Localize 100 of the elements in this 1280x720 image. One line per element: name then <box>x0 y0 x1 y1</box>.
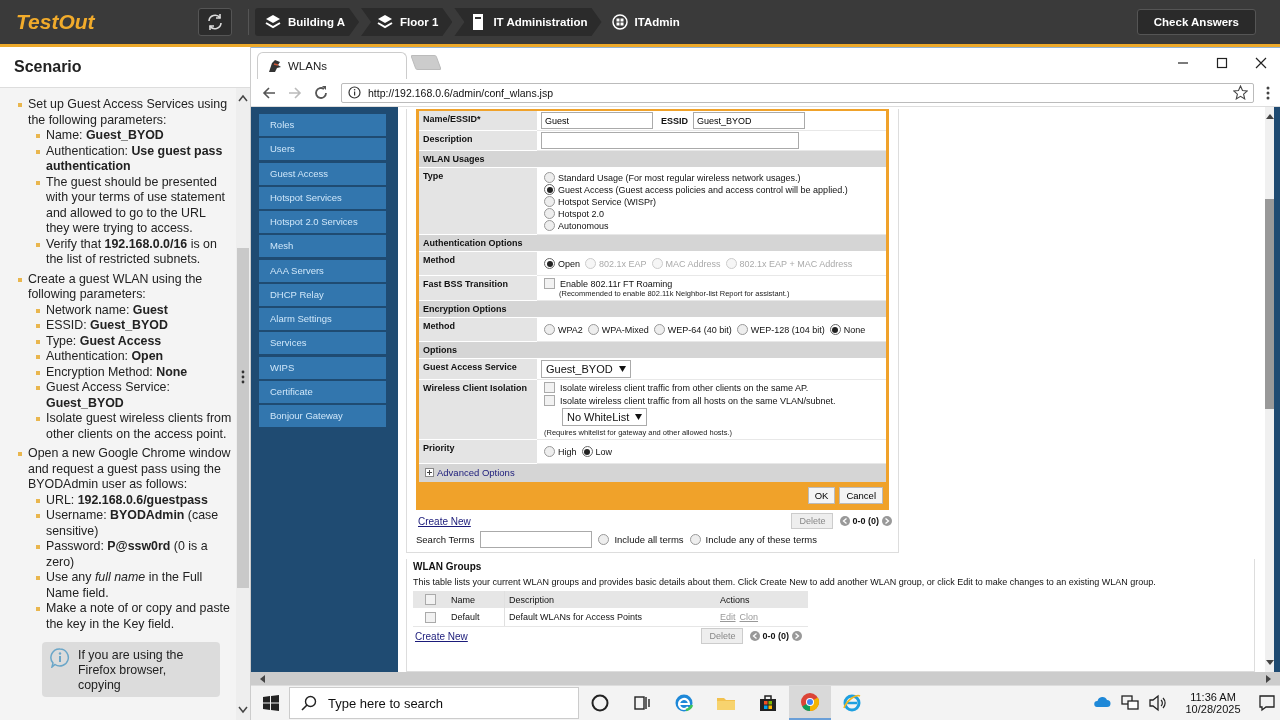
nav-item[interactable]: Hotspot 2.0 Services <box>259 211 386 233</box>
option-label[interactable]: Hotspot Service (WISPr) <box>558 196 657 207</box>
input-field[interactable]: Guest_BYOD <box>693 112 805 129</box>
dialog-button[interactable]: Cancel <box>839 487 883 504</box>
grip-icon[interactable] <box>241 370 245 384</box>
radio-button[interactable] <box>598 534 610 545</box>
nav-item[interactable]: WIPS <box>259 356 386 379</box>
option-label[interactable]: WPA-Mixed <box>601 324 649 335</box>
nav-item[interactable]: Roles <box>259 114 386 136</box>
nav-item[interactable]: AAA Servers <box>259 259 386 282</box>
menu-icon[interactable] <box>1266 85 1270 100</box>
nav-item[interactable]: Hotspot Services <box>259 186 386 209</box>
bullet-icon <box>18 452 22 456</box>
check-answers-button[interactable]: Check Answers <box>1136 9 1256 35</box>
table-cell-text: Default <box>450 612 481 622</box>
option-label[interactable]: Autonomous <box>558 220 609 231</box>
next-page-button[interactable] <box>881 515 892 527</box>
dropdown[interactable]: No WhiteList <box>562 408 648 426</box>
caret-icon <box>635 414 643 420</box>
speaker-icon[interactable] <box>1148 693 1168 713</box>
radio-button[interactable] <box>581 446 593 457</box>
create-new-link[interactable]: Create New <box>418 515 471 527</box>
radio-button[interactable] <box>689 534 701 545</box>
address-bar[interactable]: http://192.168.0.6/admin/conf_wlans.jsp <box>341 82 1254 103</box>
option-label[interactable]: Enable 802.11r FT Roaming <box>560 278 673 289</box>
option-label[interactable]: Isolate wireless client traffic from all hosts on the same VLAN/subnet. <box>560 395 836 406</box>
option-label[interactable]: Standard Usage (For most regular wireless network usages.) <box>558 172 801 183</box>
nav-item[interactable]: Mesh <box>259 235 386 258</box>
nav-item[interactable]: Guest Access <box>259 162 386 185</box>
option-label[interactable]: Guest Access (Guest access policies and access control will be applied.) <box>558 184 848 195</box>
breadcrumb-item[interactable]: Floor 1 <box>361 8 453 36</box>
breadcrumb-item[interactable]: ITAdmin <box>603 8 694 36</box>
option-label[interactable]: Hotspot 2.0 <box>558 208 605 219</box>
radio-button[interactable] <box>544 446 555 457</box>
previous-page-button[interactable] <box>839 515 851 527</box>
breadcrumb-item[interactable]: IT Administration <box>454 8 602 36</box>
create-new-link[interactable]: Create New <box>415 630 468 642</box>
refresh-icon <box>206 13 224 31</box>
input-field[interactable] <box>541 132 799 149</box>
next-page-button[interactable] <box>791 630 802 642</box>
option-label[interactable]: WPA2 <box>558 324 583 335</box>
option-label[interactable]: Open <box>558 258 581 269</box>
option-label[interactable]: High <box>558 446 577 457</box>
option-label[interactable]: Include any of these terms <box>705 534 818 545</box>
network-icon[interactable] <box>1120 693 1140 713</box>
radio-button[interactable] <box>544 208 555 219</box>
option-label[interactable]: WEP-64 (40 bit) <box>667 324 732 335</box>
previous-page-button[interactable] <box>749 630 761 642</box>
dropdown[interactable]: Guest_BYOD <box>541 360 631 378</box>
star-icon[interactable] <box>1233 85 1248 100</box>
radio-button[interactable] <box>544 220 555 231</box>
search-field[interactable]: Type here to search <box>289 687 579 719</box>
parameter-text: Guest Access Service: Guest_BYOD <box>46 380 171 411</box>
search-field[interactable] <box>480 531 593 548</box>
scrollbar-thumb[interactable] <box>237 248 249 588</box>
checkbox[interactable] <box>424 594 436 605</box>
radio-button[interactable] <box>587 324 599 335</box>
checkbox[interactable] <box>544 395 555 406</box>
checkbox[interactable] <box>544 278 555 289</box>
nav-item[interactable]: Bonjour Gateway <box>259 405 386 427</box>
option-label[interactable]: Low <box>595 446 613 457</box>
nav-item[interactable]: Alarm Settings <box>259 308 386 330</box>
new-tab-button[interactable] <box>410 55 442 70</box>
radio-button[interactable] <box>544 172 555 183</box>
checkbox[interactable] <box>424 611 436 623</box>
task-text: Open a new Google Chrome window and request a guest pass using the BYODAdmin user as follows: <box>28 446 232 493</box>
expander-link[interactable]: Advanced Options <box>425 467 515 478</box>
bullet-icon <box>36 576 40 580</box>
parameter-text: URL: 192.168.0.6/guestpass <box>46 492 208 508</box>
scrollbar[interactable] <box>251 672 1280 685</box>
input-field[interactable]: Guest <box>541 112 653 129</box>
checkbox[interactable] <box>544 382 555 393</box>
nav-item[interactable]: Services <box>259 332 386 355</box>
option-label[interactable]: None <box>843 324 866 335</box>
radio-button[interactable] <box>829 324 841 335</box>
option-label[interactable]: Isolate wireless client traffic from other clients on the same AP. <box>560 382 809 393</box>
radio-button[interactable] <box>544 324 555 335</box>
radio-button[interactable] <box>736 324 748 335</box>
nav-item[interactable]: Certificate <box>259 380 386 403</box>
breadcrumb-item[interactable]: Building A <box>255 8 360 36</box>
refresh-button[interactable] <box>198 8 232 36</box>
parameter-text: Authentication: Use guest pass authentication <box>46 143 224 175</box>
nav-item[interactable]: DHCP Relay <box>259 283 386 306</box>
option-label[interactable]: Include all terms <box>614 534 684 545</box>
notification-icon[interactable] <box>1258 694 1276 712</box>
radio-button[interactable] <box>544 258 555 269</box>
field-label: Name/ESSID* <box>419 111 537 131</box>
scrollbar[interactable] <box>236 88 250 720</box>
scrollbar-thumb[interactable] <box>1265 199 1274 409</box>
dialog-button[interactable]: OK <box>807 487 836 504</box>
clock-time[interactable]: 11:36 AM <box>1178 691 1248 703</box>
clock-date[interactable]: 10/28/2025 <box>1178 703 1248 715</box>
nav-item[interactable]: Users <box>259 138 386 161</box>
scrollbar[interactable] <box>1265 107 1280 672</box>
radio-button[interactable] <box>653 324 665 335</box>
bullet-icon <box>36 417 40 421</box>
radio-button[interactable] <box>544 196 555 207</box>
radio-button[interactable] <box>544 184 555 195</box>
browser-tab[interactable]: WLANs <box>257 52 407 79</box>
option-label[interactable]: WEP-128 (104 bit) <box>750 324 825 335</box>
